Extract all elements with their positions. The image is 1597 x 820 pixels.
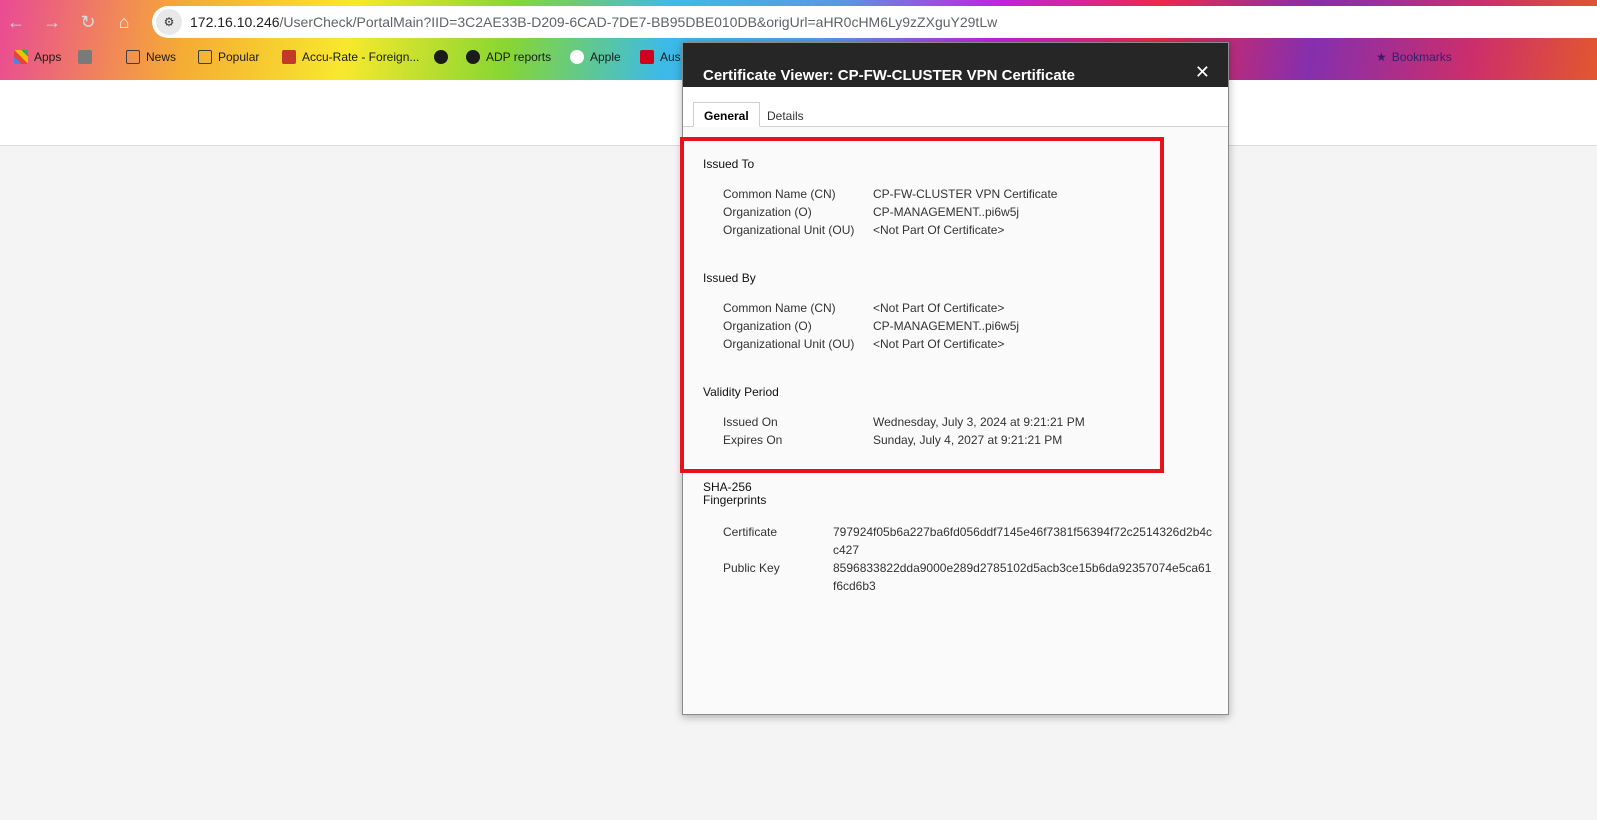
- bookmark-aus[interactable]: Aus: [640, 50, 681, 64]
- issued-by-ou-label: Organizational Unit (OU): [723, 337, 855, 351]
- bookmark-label: Popular: [218, 50, 260, 64]
- fp-public-key-value: 8596833822dda9000e289d2785102d5acb3ce15b…: [833, 561, 1212, 593]
- bookmark-label: News: [146, 50, 177, 64]
- issued-by-ou-value: <Not Part Of Certificate>: [873, 337, 1005, 351]
- bookmark-apps[interactable]: Apps: [14, 50, 61, 64]
- issued-by-cn-label: Common Name (CN): [723, 301, 836, 315]
- bookmark-grid[interactable]: [78, 50, 98, 64]
- fingerprints-title-line2: Fingerprints: [703, 493, 767, 507]
- site-icon: [640, 50, 654, 64]
- bookmark-label: Bookmarks: [1391, 50, 1452, 64]
- section-validity: Validity Period: [703, 385, 779, 399]
- section-fingerprints: SHA-256 Fingerprints: [703, 481, 766, 507]
- dialog-title: Certificate Viewer: CP-FW-CLUSTER VPN Ce…: [703, 67, 1075, 84]
- issued-to-cn-label: Common Name (CN): [723, 187, 836, 201]
- forward-icon[interactable]: →: [40, 10, 64, 34]
- fp-public-key-label: Public Key: [723, 561, 780, 575]
- tab-bar: General Details: [683, 87, 1228, 127]
- address-host: 172.16.10.246: [190, 14, 280, 30]
- site-info-icon[interactable]: ⚙: [156, 9, 182, 35]
- bookmark-label: Accu-Rate - Foreign...: [302, 50, 420, 64]
- bookmark-globe[interactable]: [434, 50, 454, 64]
- expires-on-label: Expires On: [723, 433, 783, 447]
- bookmark-adp[interactable]: ADP reports: [466, 50, 551, 64]
- issued-by-cn-value: <Not Part Of Certificate>: [873, 301, 1005, 315]
- address-bar[interactable]: ⚙ 172.16.10.246/UserCheck/PortalMain?IID…: [152, 6, 1597, 38]
- bookmark-bookmarks[interactable]: ★ Bookmarks: [1376, 50, 1452, 64]
- fp-certificate-label: Certificate: [723, 525, 778, 539]
- apple-icon: [570, 50, 584, 64]
- folder-icon: [126, 50, 140, 64]
- bookmark-popular[interactable]: Popular: [198, 50, 259, 64]
- issued-to-ou-value: <Not Part Of Certificate>: [873, 223, 1005, 237]
- bookmark-apple[interactable]: Apple: [570, 50, 621, 64]
- expires-on-value: Sunday, July 4, 2027 at 9:21:21 PM: [873, 433, 1063, 447]
- site-icon: [282, 50, 296, 64]
- issued-to-o-label: Organization (O): [723, 205, 812, 219]
- address-path: /UserCheck/PortalMain?IID=3C2AE33B-D209-…: [279, 14, 998, 30]
- section-issued-by: Issued By: [703, 271, 756, 285]
- apps-grid-icon: [14, 50, 28, 64]
- issued-by-o-value: CP-MANAGEMENT..pi6w5j: [873, 319, 1020, 333]
- bookmark-label: ADP reports: [486, 50, 552, 64]
- issued-to-cn-value: CP-FW-CLUSTER VPN Certificate: [873, 187, 1058, 201]
- globe-icon: [434, 50, 448, 64]
- fp-certificate-value: 797924f05b6a227ba6fd056ddf7145e46f7381f5…: [833, 525, 1213, 557]
- globe-icon: [466, 50, 480, 64]
- issued-to-ou-label: Organizational Unit (OU): [723, 223, 855, 237]
- back-icon[interactable]: ←: [4, 10, 28, 34]
- bookmark-label: Aus: [660, 50, 681, 64]
- issued-on-value: Wednesday, July 3, 2024 at 9:21:21 PM: [873, 415, 1085, 429]
- bookmark-accu-rate[interactable]: Accu-Rate - Foreign...: [282, 50, 419, 64]
- bookmark-label: Apple: [590, 50, 621, 64]
- dialog-header: Certificate Viewer: CP-FW-CLUSTER VPN Ce…: [683, 43, 1228, 87]
- address-text[interactable]: 172.16.10.246/UserCheck/PortalMain?IID=3…: [190, 14, 997, 30]
- bookmark-news[interactable]: News: [126, 50, 176, 64]
- bookmark-label: Apps: [34, 50, 62, 64]
- tab-details[interactable]: Details: [757, 103, 814, 129]
- grid-icon: [78, 50, 92, 64]
- reload-icon[interactable]: ↻: [76, 10, 100, 34]
- issued-by-o-label: Organization (O): [723, 319, 812, 333]
- section-issued-to: Issued To: [703, 157, 755, 171]
- issued-on-label: Issued On: [723, 415, 778, 429]
- tab-general[interactable]: General: [693, 102, 760, 127]
- certificate-viewer-dialog: Certificate Viewer: CP-FW-CLUSTER VPN Ce…: [682, 42, 1229, 715]
- home-icon[interactable]: ⌂: [112, 10, 136, 34]
- close-icon[interactable]: ✕: [1195, 63, 1210, 81]
- issued-to-o-value: CP-MANAGEMENT..pi6w5j: [873, 205, 1020, 219]
- folder-icon: [198, 50, 212, 64]
- star-icon: ★: [1376, 50, 1387, 64]
